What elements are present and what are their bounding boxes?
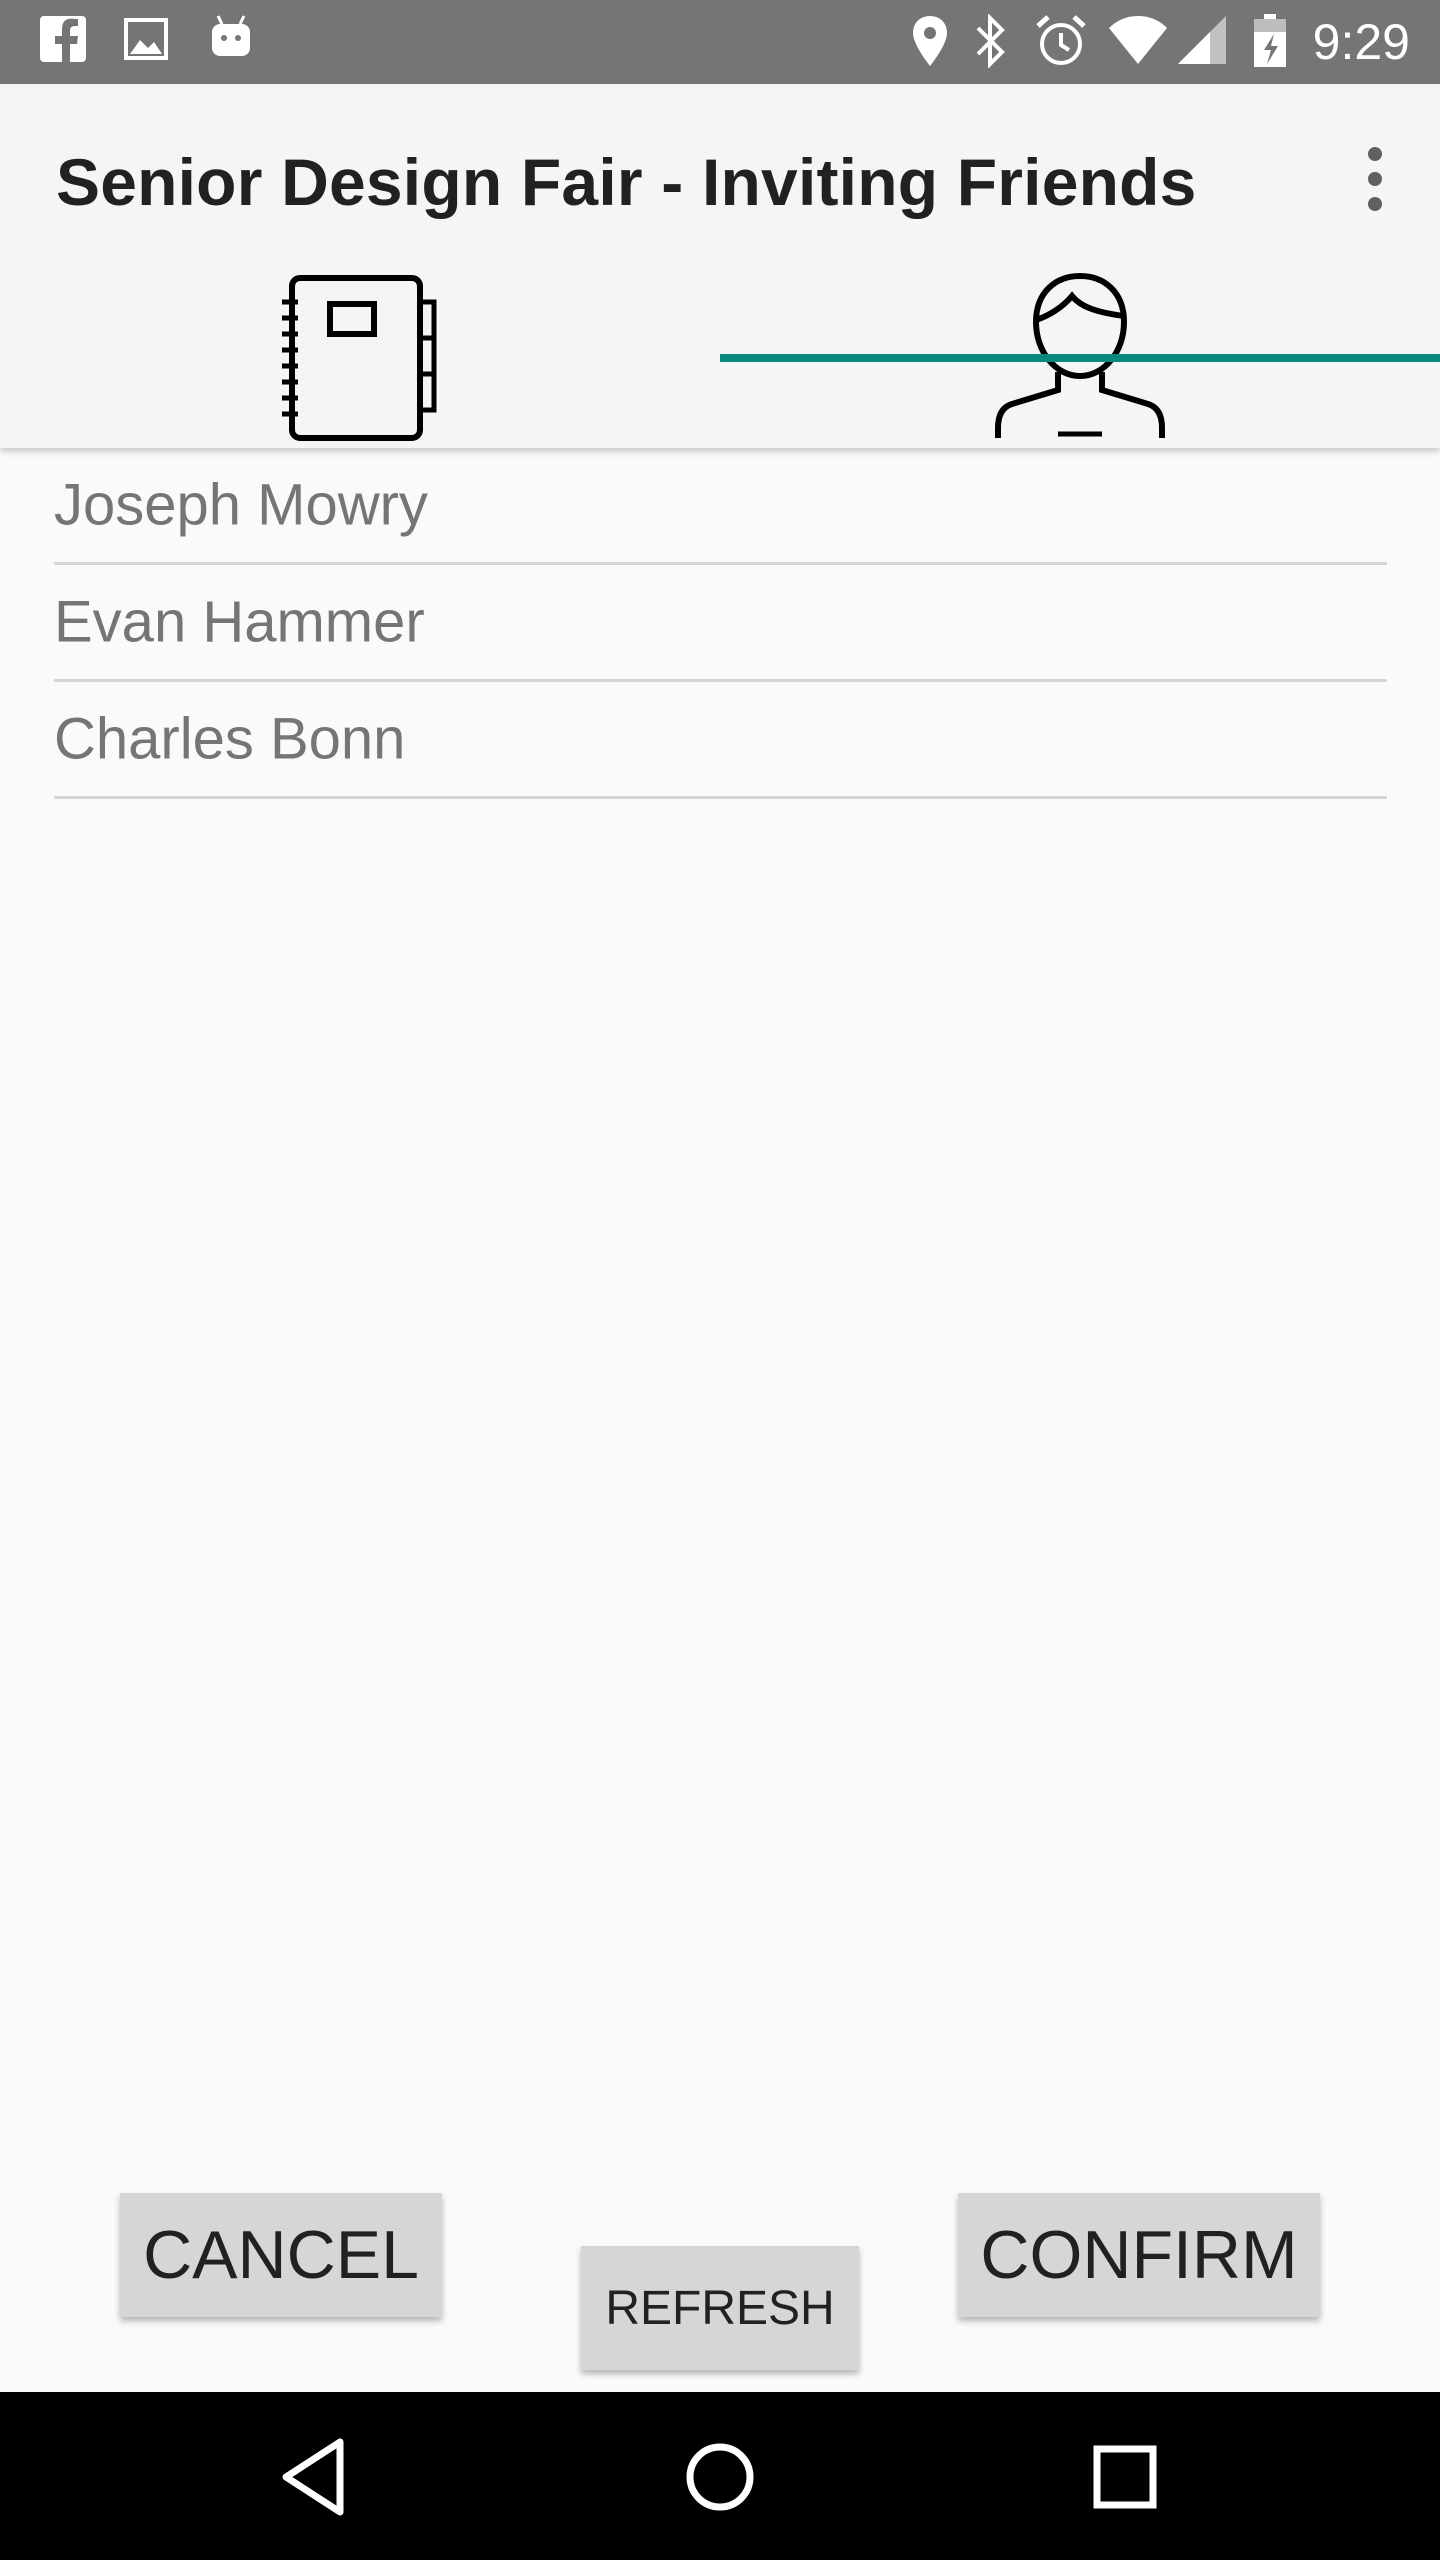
navigation-bar	[0, 2392, 1440, 2560]
wifi-icon	[1108, 14, 1168, 71]
list-item[interactable]: Charles Bonn	[54, 682, 1387, 799]
overflow-menu-button[interactable]	[1350, 144, 1400, 214]
battery-icon	[1252, 14, 1288, 73]
notebook-icon	[282, 275, 437, 441]
back-button[interactable]	[270, 2432, 360, 2522]
tab-notebook[interactable]	[0, 272, 720, 448]
location-icon	[910, 14, 950, 73]
recents-button[interactable]	[1080, 2432, 1170, 2522]
android-icon	[208, 14, 254, 69]
list-item[interactable]: Joseph Mowry	[54, 448, 1387, 565]
home-button[interactable]	[675, 2432, 765, 2522]
refresh-button[interactable]: REFRESH	[581, 2246, 859, 2370]
image-icon	[124, 14, 168, 69]
cancel-button[interactable]: CANCEL	[120, 2193, 442, 2317]
facebook-icon	[40, 14, 86, 69]
friends-list: Joseph Mowry Evan Hammer Charles Bonn	[54, 448, 1387, 799]
more-vert-icon	[1368, 147, 1382, 211]
friend-name: Joseph Mowry	[54, 472, 428, 538]
status-bar: 9:29	[0, 0, 1440, 84]
alarm-icon	[1034, 14, 1088, 73]
page-title: Senior Design Fair - Inviting Friends	[56, 145, 1197, 219]
bluetooth-icon	[972, 13, 1008, 73]
confirm-button[interactable]: CONFIRM	[958, 2193, 1320, 2317]
app-bar: Senior Design Fair - Inviting Friends	[0, 84, 1440, 448]
list-item[interactable]: Evan Hammer	[54, 565, 1387, 682]
home-icon	[686, 2443, 754, 2511]
friend-name: Charles Bonn	[54, 706, 406, 772]
tab-indicator	[720, 354, 1440, 362]
back-icon	[282, 2438, 344, 2516]
recents-icon	[1093, 2445, 1157, 2509]
friend-name: Evan Hammer	[54, 589, 425, 655]
status-time: 9:29	[1312, 14, 1410, 70]
signal-icon	[1176, 14, 1228, 71]
